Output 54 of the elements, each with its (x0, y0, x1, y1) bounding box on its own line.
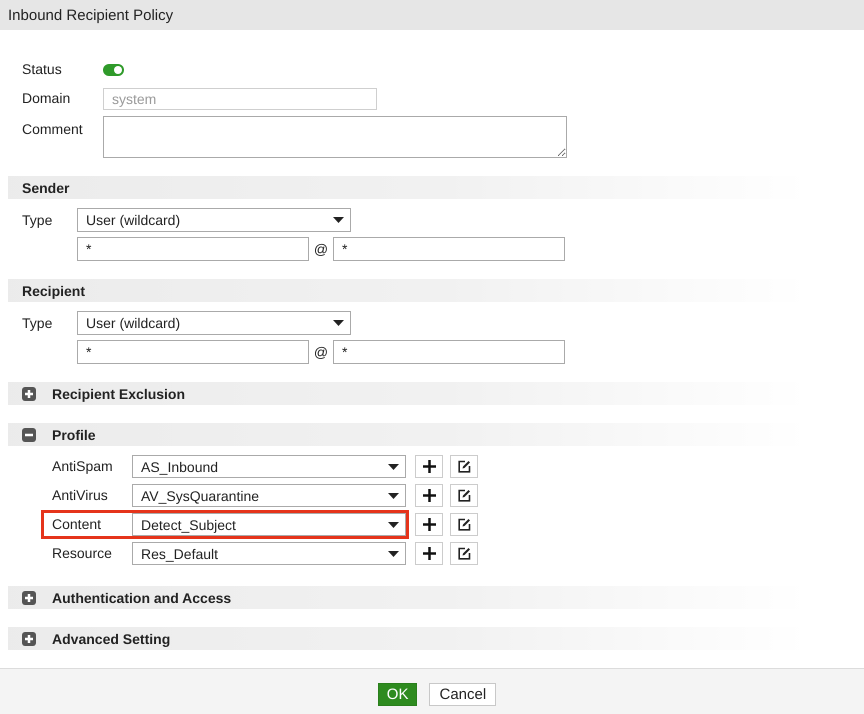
field-label: Type (22, 314, 54, 332)
window-title: Inbound Recipient Policy (8, 6, 174, 24)
edit-icon (458, 547, 470, 560)
section-title: Sender (22, 180, 70, 196)
add-button[interactable] (415, 484, 443, 507)
section-title: Advanced Setting (52, 630, 170, 646)
field-label: AntiSpam (52, 458, 114, 475)
comment-field[interactable] (103, 116, 567, 158)
field-label: Status (22, 61, 63, 78)
field-label: Content (52, 516, 102, 533)
section-title: Recipient (22, 282, 86, 298)
plus-icon (422, 518, 436, 531)
field-label: Domain (22, 90, 72, 107)
status-toggle[interactable] (103, 64, 124, 76)
profile-select[interactable]: Detect_Subject (132, 513, 406, 536)
ok-button[interactable]: OK (378, 683, 418, 706)
caret-icon (333, 217, 344, 223)
type-select[interactable]: User (wildcard) (77, 311, 351, 335)
profile-select[interactable]: AV_SysQuarantine (132, 484, 406, 507)
domain-field[interactable]: * (333, 237, 565, 261)
type-select[interactable]: User (wildcard) (77, 208, 351, 232)
edit-button[interactable] (450, 542, 478, 565)
section-title: Authentication and Access (52, 590, 232, 606)
field-label: Type (22, 212, 54, 228)
edit-icon (458, 460, 470, 473)
edit-icon (458, 489, 470, 502)
add-button[interactable] (415, 455, 443, 478)
edit-button[interactable] (450, 513, 478, 536)
caret-icon (388, 464, 399, 470)
field-label: Comment (22, 121, 83, 137)
caret-icon (388, 550, 399, 556)
edit-button[interactable] (450, 455, 478, 478)
edit-button[interactable] (450, 484, 478, 507)
field-label: AntiVirus (52, 487, 109, 504)
profile-select[interactable]: Res_Default (132, 542, 406, 565)
edit-icon (458, 518, 470, 531)
caret-icon (388, 492, 399, 498)
section-title: Recipient Exclusion (52, 386, 186, 402)
caret-icon (333, 320, 344, 326)
cancel-button[interactable]: Cancel (429, 683, 496, 706)
field-label: Resource (52, 545, 113, 562)
caret-icon (388, 522, 399, 528)
user-field[interactable]: * (77, 237, 309, 261)
domain-field[interactable]: * (333, 340, 565, 364)
at-sign: @ (312, 241, 330, 257)
user-field[interactable]: * (77, 340, 309, 364)
at-sign: @ (312, 344, 330, 360)
plus-icon (422, 460, 436, 473)
section-title: Profile (52, 426, 96, 442)
plus-icon (422, 489, 436, 502)
add-button[interactable] (415, 542, 443, 565)
add-button[interactable] (415, 513, 443, 536)
profile-select[interactable]: AS_Inbound (132, 455, 406, 478)
plus-icon (422, 547, 436, 560)
